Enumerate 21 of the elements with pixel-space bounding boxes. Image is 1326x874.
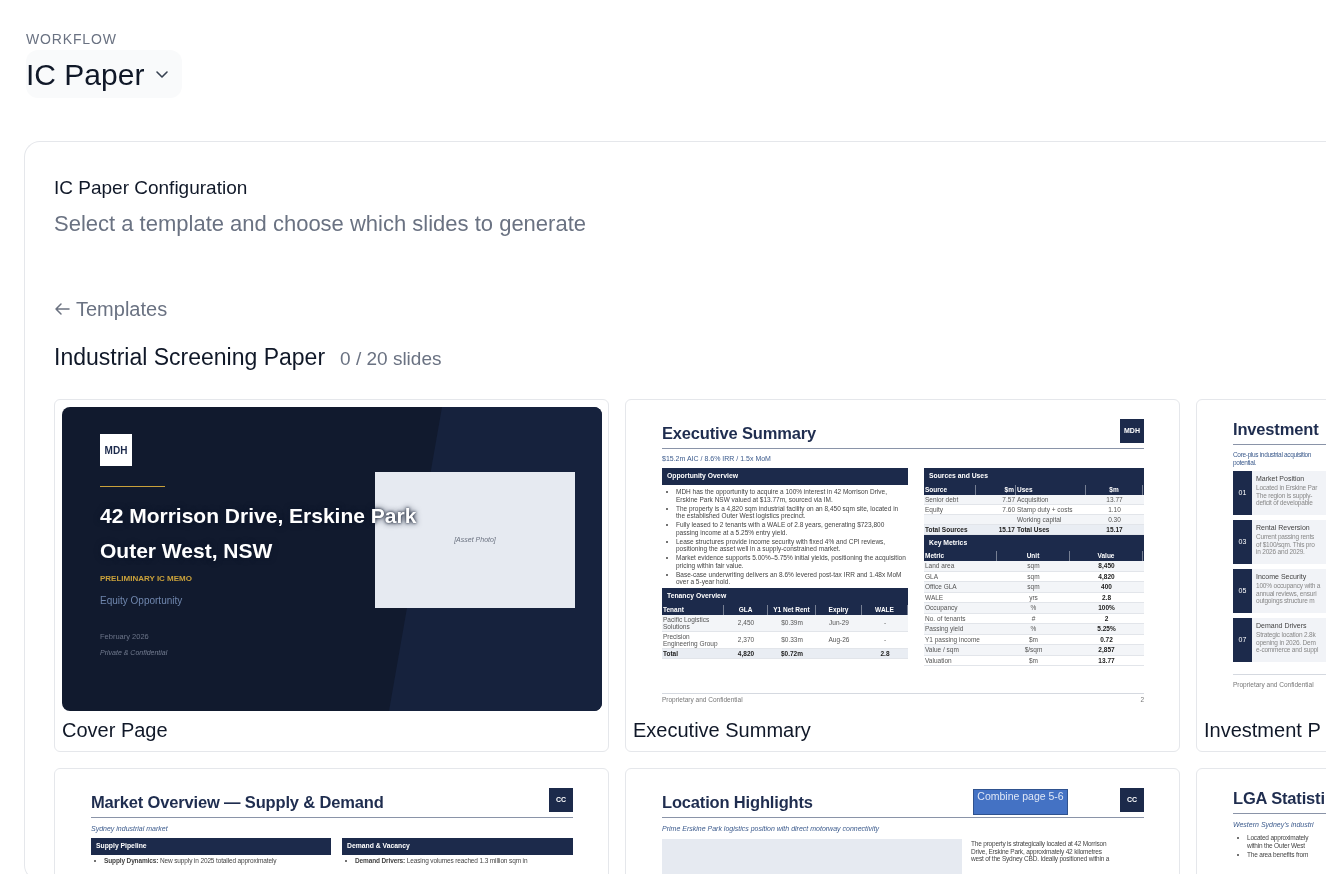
slide-title: Location Highlights [662,792,813,812]
slide-title: Market Overview — Supply & Demand [91,792,384,812]
cover-label: PRELIMINARY IC MEMO [100,573,192,585]
section-label: WORKFLOW [26,31,117,47]
arrow-left-icon [54,301,70,317]
slide-title: Executive Summary [662,423,817,443]
cover-subtitle: Equity Opportunity [100,594,183,608]
sticky-note: Combine page 5-6 [973,789,1068,815]
slide-card[interactable] [625,399,1180,752]
logo-badge: MDH [100,434,132,466]
panel-subtitle: Select a template and choose which slides to generate [54,210,587,238]
slide-caption: Cover Page [62,718,169,742]
back-link[interactable]: Templates [54,295,168,323]
panel-title: IC Paper Configuration [54,176,249,200]
slide-caption: Executive Summary [633,718,812,742]
slide-caption: Investment P [1204,718,1322,742]
workflow-dropdown[interactable]: IC Paper [26,50,183,98]
slide-title: LGA Statisti [1233,788,1325,808]
slide-title: Investment [1233,419,1319,439]
template-name: Industrial Screening Paper [54,343,326,372]
slide-count: 0 / 20 slides [340,347,442,371]
